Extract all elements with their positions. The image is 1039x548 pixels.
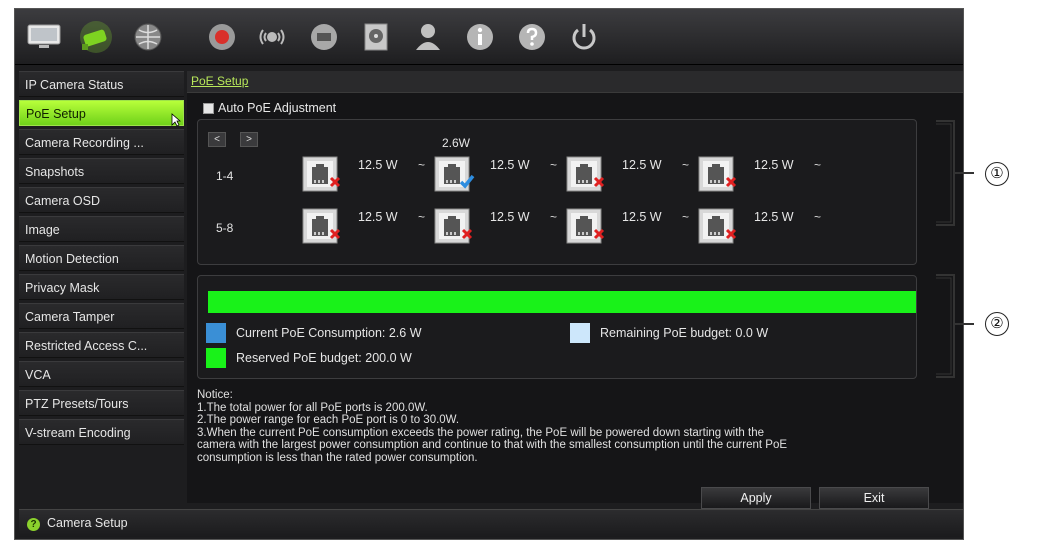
power-icon[interactable]: [563, 16, 605, 58]
legend-current-consumption: Current PoE Consumption: 2.6 W: [206, 323, 422, 343]
current-consumption-label: Current PoE Consumption: 2.6 W: [236, 326, 422, 340]
reserved-budget-label: Reserved PoE budget: 200.0 W: [236, 351, 412, 365]
sidebar: IP Camera Status PoE Setup Camera Record…: [19, 71, 184, 501]
record-icon[interactable]: [201, 16, 243, 58]
port-power-select[interactable]: 12.5 W: [490, 158, 530, 172]
notice-title: Notice:: [197, 389, 233, 401]
port-power-select[interactable]: 12.5 W: [490, 210, 530, 224]
dvr-window: IP Camera Status PoE Setup Camera Record…: [14, 8, 964, 540]
network-icon[interactable]: [127, 16, 169, 58]
breadcrumb: PoE Setup: [187, 71, 963, 93]
notice-line-2: 2.The power range for each PoE port is 0…: [197, 414, 460, 426]
dropdown-caret-icon[interactable]: ~: [418, 158, 425, 172]
port-connected-icon: [434, 156, 478, 192]
callout-bracket-1: [936, 120, 974, 226]
sidebar-item-vca[interactable]: VCA: [19, 361, 184, 387]
legend-remaining-budget: Remaining PoE budget: 0.0 W: [570, 323, 768, 343]
callout-number-1: ①: [985, 162, 1009, 186]
port-disconnected-icon: [698, 156, 742, 192]
port-disconnected-icon: [566, 208, 610, 244]
main-panel: PoE Setup Auto PoE Adjustment < > 1-4 5-…: [187, 71, 963, 509]
camera-icon[interactable]: [75, 16, 117, 58]
sidebar-item-snapshots[interactable]: Snapshots: [19, 158, 184, 184]
poe-port-1: 12.5 W ~: [302, 150, 430, 192]
poe-port-4: 12.5 W ~: [698, 150, 826, 192]
top-toolbar: [15, 9, 963, 65]
sidebar-item-ptz-presets[interactable]: PTZ Presets/Tours: [19, 390, 184, 416]
sidebar-item-camera-tamper[interactable]: Camera Tamper: [19, 303, 184, 329]
port-power-select[interactable]: 12.5 W: [754, 210, 794, 224]
row-label-5-8: 5-8: [216, 221, 234, 235]
alarm-icon[interactable]: [251, 16, 293, 58]
monitor-icon[interactable]: [23, 16, 65, 58]
callout-bracket-2: [936, 274, 974, 378]
port-disconnected-icon: [302, 156, 346, 192]
dropdown-caret-icon[interactable]: ~: [550, 158, 557, 172]
status-label: Camera Setup: [47, 516, 128, 530]
poe-port-6: 12.5 W ~: [434, 202, 562, 244]
sidebar-item-poe-setup[interactable]: PoE Setup: [19, 100, 184, 126]
port-consumption-label: 2.6W: [442, 136, 471, 150]
port-power-select[interactable]: 12.5 W: [754, 158, 794, 172]
apply-button[interactable]: Apply: [701, 487, 811, 509]
notice-line-3: 3.When the current PoE consumption excee…: [197, 426, 765, 439]
callout-number-2: ②: [985, 312, 1009, 336]
notice-line-5: consumption is less than the rated power…: [197, 451, 478, 464]
port-disconnected-icon: [302, 208, 346, 244]
dropdown-caret-icon[interactable]: ~: [682, 158, 689, 172]
camera-setup-status-icon: ?: [27, 518, 40, 531]
help-icon[interactable]: [511, 16, 553, 58]
port-power-select[interactable]: 12.5 W: [358, 210, 398, 224]
breadcrumb-poe-setup[interactable]: PoE Setup: [191, 74, 248, 88]
remaining-budget-label: Remaining PoE budget: 0.0 W: [600, 326, 769, 340]
user-icon[interactable]: [407, 16, 449, 58]
status-bar: ? Camera Setup: [19, 509, 963, 537]
port-power-select[interactable]: 12.5 W: [358, 158, 398, 172]
sidebar-item-image[interactable]: Image: [19, 216, 184, 242]
info-icon[interactable]: [459, 16, 501, 58]
dropdown-caret-icon[interactable]: ~: [814, 158, 821, 172]
auto-poe-label: Auto PoE Adjustment: [218, 101, 337, 115]
current-swatch: [206, 323, 226, 343]
hdd-icon[interactable]: [303, 16, 345, 58]
mouse-cursor-icon: [171, 113, 181, 127]
poe-budget-panel: Current PoE Consumption: 2.6 W Remaining…: [197, 275, 917, 379]
exit-button[interactable]: Exit: [819, 487, 929, 509]
port-disconnected-icon: [566, 156, 610, 192]
auto-poe-adjustment[interactable]: Auto PoE Adjustment: [203, 101, 336, 115]
sidebar-item-motion-detection[interactable]: Motion Detection: [19, 245, 184, 271]
port-disconnected-icon: [698, 208, 742, 244]
port-disconnected-icon: [434, 208, 478, 244]
auto-poe-checkbox[interactable]: [203, 102, 214, 114]
notice-line-1: 1.The total power for all PoE ports is 2…: [197, 401, 428, 414]
poe-port-3: 12.5 W ~: [566, 150, 694, 192]
sidebar-item-v-stream-encoding[interactable]: V-stream Encoding: [19, 419, 184, 445]
dropdown-caret-icon[interactable]: ~: [682, 210, 689, 224]
dropdown-caret-icon[interactable]: ~: [418, 210, 425, 224]
sidebar-item-restricted-access[interactable]: Restricted Access C...: [19, 332, 184, 358]
poe-budget-bar: [208, 291, 916, 313]
sidebar-item-privacy-mask[interactable]: Privacy Mask: [19, 274, 184, 300]
storage-icon[interactable]: [355, 16, 397, 58]
poe-port-5: 12.5 W ~: [302, 202, 430, 244]
reserved-swatch: [206, 348, 226, 368]
port-power-select[interactable]: 12.5 W: [622, 158, 662, 172]
dropdown-caret-icon[interactable]: ~: [814, 210, 821, 224]
sidebar-item-camera-recording[interactable]: Camera Recording ...: [19, 129, 184, 155]
poe-ports-panel: < > 1-4 5-8 12.5 W ~2.6W 12.5 W ~12.5 W ~12.…: [197, 119, 917, 265]
notice-text: Notice: 1.The total power for all PoE po…: [197, 389, 917, 464]
port-power-select[interactable]: 12.5 W: [622, 210, 662, 224]
poe-port-2: 2.6W 12.5 W ~: [434, 136, 562, 192]
dropdown-caret-icon[interactable]: ~: [550, 210, 557, 224]
notice-line-4: camera with the largest power consumptio…: [197, 439, 788, 451]
sidebar-item-camera-osd[interactable]: Camera OSD: [19, 187, 184, 213]
poe-port-8: 12.5 W ~: [698, 202, 826, 244]
remaining-swatch: [570, 323, 590, 343]
row-label-1-4: 1-4: [216, 169, 234, 183]
sidebar-item-ip-camera-status[interactable]: IP Camera Status: [19, 71, 184, 97]
pager-prev-button[interactable]: <: [208, 132, 226, 147]
pager-next-button[interactable]: >: [240, 132, 258, 147]
poe-port-7: 12.5 W ~: [566, 202, 694, 244]
legend-reserved-budget: Reserved PoE budget: 200.0 W: [206, 348, 412, 368]
